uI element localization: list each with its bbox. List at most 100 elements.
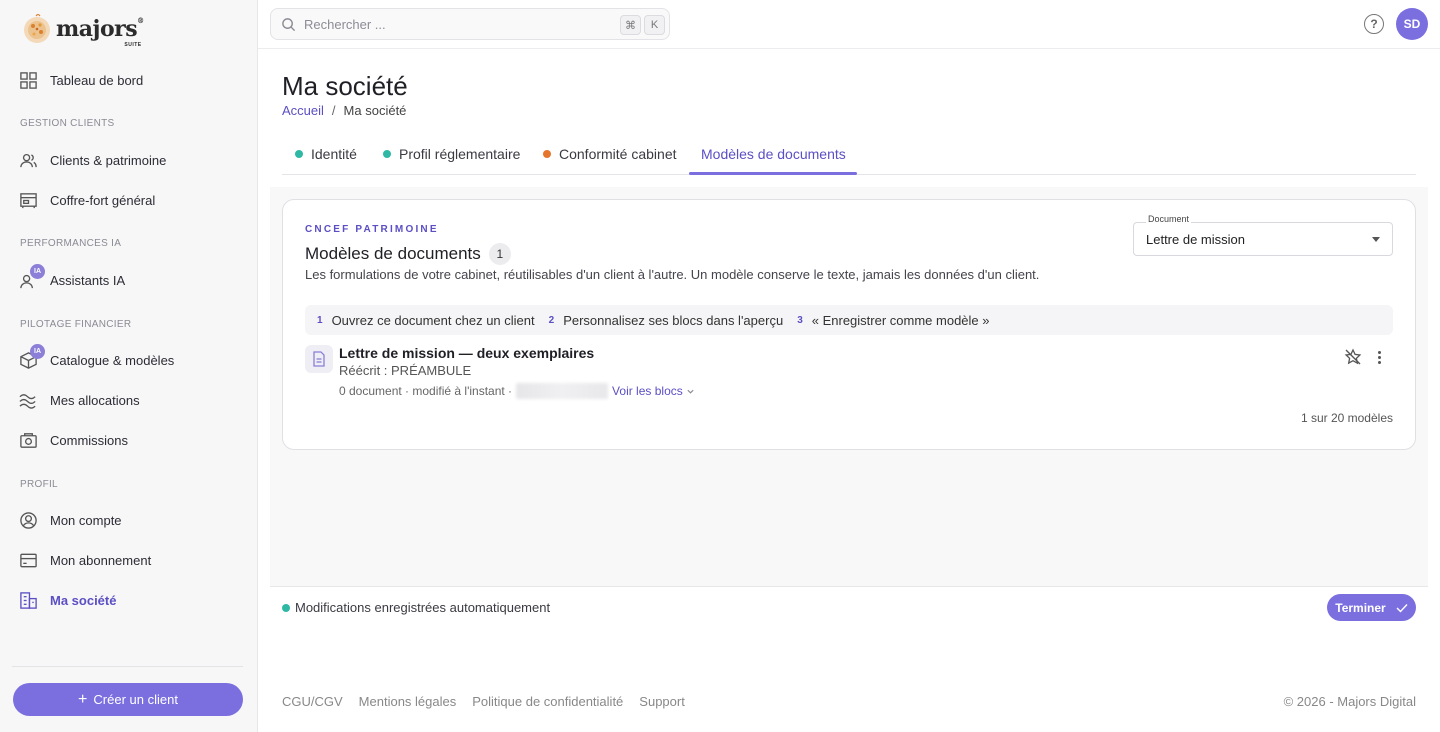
step-number: 2 [548,314,555,326]
building-icon [18,590,38,610]
majors-logo-icon [24,13,50,43]
step-text: Ouvrez ce document chez un client [331,312,535,328]
sidebar-divider [12,666,243,667]
sidebar-item-label: Tableau de bord [50,72,144,88]
tab-bar: Identité Profil réglementaire Conformité… [282,134,1416,175]
vault-icon [18,190,38,210]
card-title-text: Modèles de documents [305,244,481,263]
footer-link-privacy[interactable]: Politique de confidentialité [472,694,623,709]
step-number: 1 [317,314,323,326]
see-blocks-label: Voir les blocs [612,384,683,398]
model-meta: 0 document · modifié à l'instant · Voir … [339,383,695,399]
tab-label: Modèles de documents [701,146,846,162]
sidebar-item-label: Commissions [50,432,129,448]
active-tab-indicator [689,172,857,175]
sidebar-item-label: Ma société [50,592,117,608]
topbar: ⌘ K ? SD [258,0,1440,49]
autosave-text: Modifications enregistrées automatiqueme… [295,600,551,615]
tab-identite[interactable]: Identité [295,134,357,174]
tab-label: Conformité cabinet [559,146,677,162]
sidebar-item-label: Assistants IA [50,272,126,288]
footer-link-support[interactable]: Support [639,694,685,709]
create-client-button[interactable]: + Créer un client [13,683,243,716]
sidebar-item-label: Catalogue & modèles [50,352,175,368]
model-title[interactable]: Lettre de mission — deux exemplaires [339,345,594,361]
card-eyebrow: CNCEF PATRIMOINE [305,224,439,235]
caret-down-icon [1372,237,1380,242]
document-select-value: Lettre de mission [1146,232,1245,247]
status-dot [282,603,290,612]
tab-modeles-documents[interactable]: Modèles de documents [701,134,846,174]
footer-link-cgu[interactable]: CGU/CGV [282,694,343,709]
sidebar-item-account[interactable]: Mon compte [18,507,122,533]
avatar[interactable]: SD [1396,8,1428,40]
tab-conformite-cabinet[interactable]: Conformité cabinet [543,134,677,174]
sidebar-item-label: Mon abonnement [50,552,152,568]
sidebar-item-label: Coffre-fort général [50,192,156,208]
user-circle-icon [18,510,38,530]
steps-bar: 1 Ouvrez ce document chez un client 2 Pe… [305,305,1393,335]
ia-badge: IA [30,264,45,279]
tab-profil-reglementaire[interactable]: Profil réglementaire [383,134,520,174]
subscription-card-icon [18,550,38,570]
card-title: Modèles de documents 1 [305,243,511,265]
sidebar-item-vault[interactable]: Coffre-fort général [18,187,155,213]
document-icon [305,345,333,373]
users-icon [18,150,38,170]
section-label-finance: PILOTAGE FINANCIER [20,319,132,330]
card-description: Les formulations de votre cabinet, réuti… [305,267,1040,282]
sidebar-item-commissions[interactable]: Commissions [18,427,128,453]
footer-link-legal[interactable]: Mentions légales [359,694,457,709]
allocations-icon [18,390,38,410]
status-dot [543,150,551,158]
kbd-k-key: K [644,15,665,35]
step-text: « Enregistrer comme modèle » [811,312,990,328]
sidebar-item-company[interactable]: Ma société [18,587,116,613]
sidebar: majors® SUITE Tableau de bord GESTION CLI… [0,0,258,732]
help-icon[interactable]: ? [1364,14,1384,34]
search-input[interactable] [304,16,604,32]
breadcrumb-home-link[interactable]: Accueil [282,103,324,118]
document-select-label: Document [1146,214,1192,224]
section-label-clients: GESTION CLIENTS [20,118,115,129]
step-text: Personnalisez ses blocs dans l'aperçu [563,312,784,328]
brand-name: majors® SUITE [56,16,144,48]
status-dot [295,150,303,158]
sidebar-item-subscription[interactable]: Mon abonnement [18,547,151,573]
assistant-icon: IA [18,264,45,290]
sidebar-item-allocations[interactable]: Mes allocations [18,387,140,413]
sidebar-item-assistants[interactable]: IA Assistants IA [18,264,126,293]
sidebar-item-label: Mes allocations [50,392,140,408]
sidebar-item-catalogue[interactable]: IA Catalogue & modèles [18,344,175,373]
see-blocks-link[interactable]: Voir les blocs [612,384,695,398]
step-item: 2 Personnalisez ses blocs dans l'aperçu [549,313,784,328]
pagination-info: 1 sur 20 modèles [1300,411,1393,425]
create-client-label: Créer un client [93,692,178,707]
star-off-icon[interactable] [1344,348,1362,366]
tab-label: Profil réglementaire [399,146,521,162]
brand-logo[interactable]: majors® SUITE [22,13,144,48]
ia-badge: IA [30,344,45,359]
search-icon [282,17,296,31]
breadcrumb-separator: / [331,103,336,118]
document-select[interactable]: Document Lettre de mission [1133,214,1393,256]
finish-button[interactable]: Terminer [1327,594,1416,621]
count-badge: 1 [488,243,511,265]
page-title: Ma société [282,71,408,101]
step-item: 1 Ouvrez ce document chez un client [317,313,535,328]
model-rewrite: Réécrit : PRÉAMBULE [339,363,472,378]
sidebar-item-dashboard[interactable]: Tableau de bord [18,67,143,93]
more-options-icon[interactable] [1373,348,1385,366]
search-box[interactable]: ⌘ K [270,8,670,40]
footer-links: CGU/CGV Mentions légales Politique de co… [282,694,685,709]
breadcrumb: Accueil / Ma société [282,103,406,118]
breadcrumb-current: Ma société [343,103,407,118]
templates-card: CNCEF PATRIMOINE Modèles de documents 1 … [282,199,1416,450]
sidebar-item-clients[interactable]: Clients & patrimoine [18,147,166,173]
catalogue-box-icon: IA [18,344,45,370]
autosave-status: Modifications enregistrées automatiqueme… [282,600,550,615]
step-number: 3 [797,314,803,326]
model-meta-text: 0 document · modifié à l'instant · [339,384,513,398]
tab-label: Identité [311,146,357,162]
section-label-profile: PROFIL [20,479,58,490]
